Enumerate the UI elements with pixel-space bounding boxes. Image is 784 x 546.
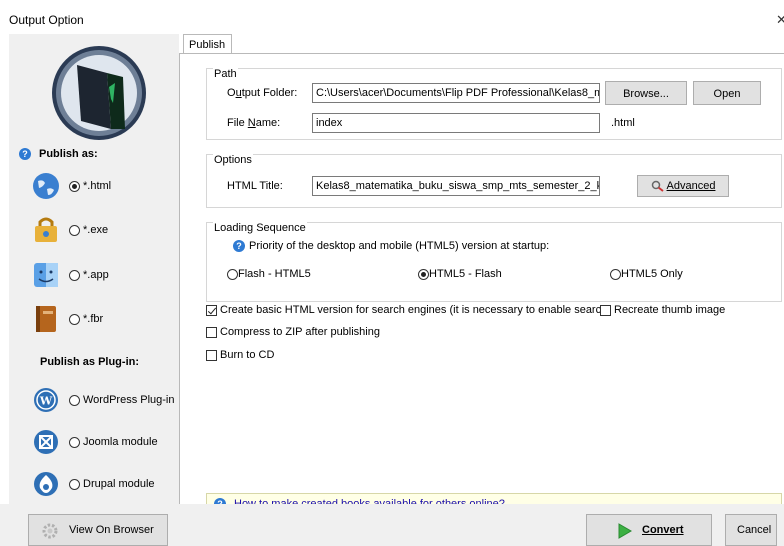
radio-html[interactable] — [69, 180, 80, 192]
view-on-browser-label: View On Browser — [69, 524, 154, 536]
loading-sequence-group: Loading Sequence ? Priority of the deskto… — [206, 222, 782, 302]
options-group-title: Options — [213, 154, 253, 166]
cancel-label: Cancel — [737, 524, 772, 536]
bottom-bar: View On Browser Convert Cancel — [0, 504, 784, 546]
loading-sequence-title: Loading Sequence — [213, 222, 307, 234]
book-icon — [36, 306, 56, 332]
burn-cd-checkbox[interactable]: Burn to CD — [206, 349, 274, 361]
help-icon[interactable]: ? — [19, 148, 31, 160]
radio-wordpress[interactable] — [69, 394, 80, 406]
publish-plugin-heading: Publish as Plug-in: — [40, 356, 140, 368]
publish-as-heading: ? Publish as: — [19, 148, 98, 160]
svg-text:W: W — [39, 395, 53, 408]
priority-text: ? Priority of the desktop and mobile (HTM… — [233, 240, 549, 252]
left-panel: ? Publish as: *.html *.exe *.app *.fbr P… — [9, 34, 179, 504]
format-exe-option[interactable]: *.exe — [31, 215, 181, 245]
file-extension-label: .html — [611, 117, 635, 129]
radio-exe[interactable] — [69, 224, 80, 236]
globe-icon — [33, 173, 59, 199]
view-on-browser-button[interactable]: View On Browser — [28, 514, 168, 546]
recreate-thumb-checkbox[interactable]: Recreate thumb image — [600, 304, 725, 316]
radio-app[interactable] — [69, 269, 80, 281]
plugin-wordpress-option[interactable]: W WordPress Plug-in — [31, 385, 181, 415]
radio-fbr[interactable] — [69, 313, 80, 325]
format-html-option[interactable]: *.html — [31, 171, 181, 201]
path-group: Path Output Folder: C:\Users\acer\Docume… — [206, 68, 782, 140]
play-arrow-icon — [618, 523, 632, 539]
help-icon[interactable]: ? — [233, 240, 245, 252]
path-group-title: Path — [213, 68, 238, 80]
output-folder-input[interactable]: C:\Users\acer\Documents\Flip PDF Profess… — [312, 83, 600, 103]
lock-icon — [35, 217, 57, 242]
drupal-icon — [34, 472, 58, 496]
advanced-label: Advanced — [666, 180, 716, 192]
option-html5-flash[interactable]: HTML5 - Flash — [418, 268, 502, 280]
browse-button[interactable]: Browse... — [605, 81, 687, 105]
plugin-joomla-option[interactable]: Joomla module — [31, 427, 181, 457]
option-html5-only[interactable]: HTML5 Only — [610, 268, 683, 280]
publish-panel: Path Output Folder: C:\Users\acer\Docume… — [179, 53, 784, 515]
convert-button[interactable]: Convert — [586, 514, 712, 546]
html-title-label: HTML Title: — [227, 180, 283, 192]
format-app-option[interactable]: *.app — [31, 260, 181, 290]
plugin-drupal-option[interactable]: Drupal module — [31, 469, 181, 499]
format-fbr-option[interactable]: *.fbr — [31, 304, 181, 334]
tab-publish[interactable]: Publish — [183, 34, 232, 54]
output-folder-label: Output Folder: — [227, 87, 298, 99]
close-icon[interactable]: ✕ — [776, 12, 784, 28]
option-flash-html5[interactable]: Flash - HTML5 — [227, 268, 311, 280]
open-button[interactable]: Open — [693, 81, 761, 105]
file-name-label: File Name: — [227, 117, 281, 129]
create-basic-html-checkbox[interactable]: Create basic HTML version for search eng… — [206, 304, 611, 316]
mac-finder-icon — [34, 263, 58, 287]
window-title: Output Option — [9, 13, 84, 27]
advanced-button[interactable]: Advanced — [637, 175, 729, 197]
compress-zip-checkbox[interactable]: Compress to ZIP after publishing — [206, 326, 380, 338]
radio-joomla[interactable] — [69, 436, 80, 448]
title-bar: Output Option ✕ — [0, 0, 784, 34]
magnifier-icon — [651, 180, 664, 192]
radio-drupal[interactable] — [69, 478, 80, 490]
main-panel: Publish Path Output Folder: C:\Users\ace… — [179, 34, 784, 515]
html-title-input[interactable]: Kelas8_matematika_buku_siswa_smp_mts_sem… — [312, 176, 600, 196]
wordpress-icon: W — [34, 388, 58, 412]
cancel-button[interactable]: Cancel — [725, 514, 777, 546]
convert-label: Convert — [642, 524, 684, 536]
file-name-input[interactable]: index — [312, 113, 600, 133]
gear-icon — [42, 523, 58, 539]
options-group: Options HTML Title: Kelas8_matematika_bu… — [206, 154, 782, 208]
flip-pdf-logo — [52, 46, 146, 140]
joomla-icon — [34, 430, 58, 454]
